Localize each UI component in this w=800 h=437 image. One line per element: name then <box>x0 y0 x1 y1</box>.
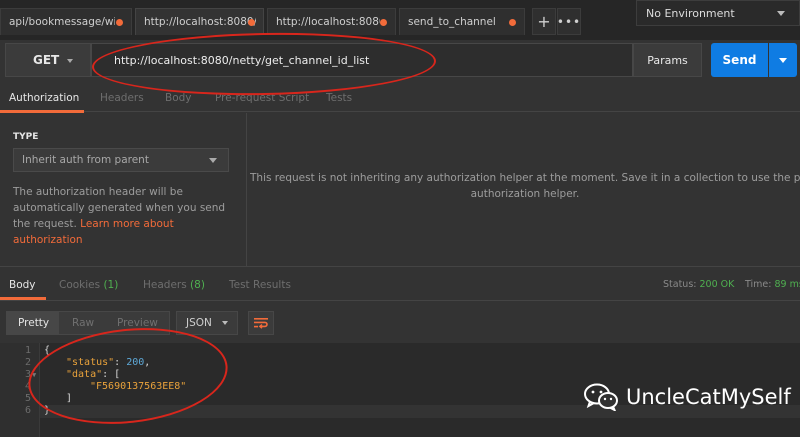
json-key: "data" <box>66 369 103 380</box>
unsaved-dot-icon <box>380 19 387 26</box>
tab-label: send_to_channel <box>408 16 496 28</box>
wrap-lines-button[interactable] <box>248 311 274 335</box>
chevron-down-icon <box>209 158 217 163</box>
cookies-count: (1) <box>103 279 119 291</box>
request-tab[interactable]: api/bookmessage/wisdom <box>0 8 132 35</box>
response-tab-test-results[interactable]: Test Results <box>229 279 291 291</box>
tab-pre-request-script[interactable]: Pre-request Script <box>215 92 309 104</box>
active-tab-indicator <box>0 297 46 300</box>
status-readout: Status: 200 OK <box>663 279 734 290</box>
send-button[interactable]: Send <box>711 43 768 77</box>
tab-body[interactable]: Body <box>165 92 192 104</box>
request-tab-active[interactable]: http://localhost:8080/n <box>135 8 264 35</box>
url-input[interactable]: http://localhost:8080/netty/get_channel_… <box>91 43 633 77</box>
tab-bar: api/bookmessage/wisdom http://localhost:… <box>0 0 800 40</box>
json-bracket: [ <box>114 369 121 380</box>
line-number: 4 <box>24 381 31 392</box>
environment-label: No Environment <box>646 6 735 20</box>
chevron-down-icon <box>779 57 787 63</box>
fold-toggle-icon[interactable]: ▼ <box>32 371 36 379</box>
unsaved-dot-icon <box>509 19 516 26</box>
json-number: 200 <box>126 357 145 368</box>
time-label: Time: <box>745 279 772 290</box>
wechat-icon <box>584 383 618 411</box>
response-tab-headers[interactable]: Headers (8) <box>143 279 205 291</box>
code-line: } <box>44 405 51 416</box>
tab-label: http://localhost:8080/n <box>144 16 256 28</box>
response-tab-cookies[interactable]: Cookies (1) <box>59 279 118 291</box>
line-number: 3 <box>24 369 31 380</box>
json-string: "F5690137563EE8" <box>90 381 187 392</box>
environment-select[interactable]: No Environment <box>636 0 800 26</box>
preview-button[interactable]: Preview <box>117 317 158 329</box>
auth-message: This request is not inheriting any autho… <box>250 170 800 202</box>
tab-label: api/bookmessage/wisdom <box>9 16 115 28</box>
raw-button[interactable]: Raw <box>72 317 94 329</box>
params-button[interactable]: Params <box>633 43 702 77</box>
auth-message-line: authorization helper. <box>470 188 580 200</box>
time-readout: Time: 89 ms <box>745 279 800 290</box>
tab-headers[interactable]: Headers <box>100 92 144 104</box>
pretty-button[interactable]: Pretty <box>18 317 49 329</box>
auth-type-value: Inherit auth from parent <box>22 154 149 166</box>
time-value: 89 ms <box>774 279 800 290</box>
response-tab-body[interactable]: Body <box>9 279 36 291</box>
method-select[interactable]: GET <box>5 43 91 77</box>
code-line: ] <box>66 393 73 404</box>
unsaved-dot-icon <box>248 19 255 26</box>
url-value: http://localhost:8080/netty/get_channel_… <box>114 53 370 67</box>
line-number: 1 <box>24 345 31 356</box>
status-label: Status: <box>663 279 697 290</box>
line-number: 6 <box>24 405 31 416</box>
chevron-down-icon <box>67 59 73 63</box>
request-tab[interactable]: send_to_channel <box>399 8 525 35</box>
watermark-text: UncleCatMySelf <box>626 385 791 409</box>
new-tab-button[interactable]: + <box>532 8 556 35</box>
chevron-down-icon <box>777 11 785 16</box>
request-tabs: Authorization Headers Body Pre-request S… <box>0 84 800 112</box>
format-select[interactable]: JSON <box>176 311 238 335</box>
line-number: 5 <box>24 393 31 404</box>
line-number: 2 <box>24 357 31 368</box>
watermark: UncleCatMySelf <box>584 383 791 411</box>
code-line: "status": 200, <box>66 357 151 368</box>
chevron-down-icon <box>222 321 228 325</box>
send-options-button[interactable] <box>769 43 797 77</box>
json-key: "status" <box>66 357 115 368</box>
auth-type-select[interactable]: Inherit auth from parent <box>13 148 229 172</box>
more-tabs-button[interactable]: ••• <box>557 8 581 35</box>
tab-authorization[interactable]: Authorization <box>9 92 79 104</box>
tab-tests[interactable]: Tests <box>326 92 352 104</box>
headers-count: (8) <box>190 279 205 291</box>
auth-type-label: TYPE <box>13 132 39 142</box>
unsaved-dot-icon <box>116 19 123 26</box>
method-label: GET <box>33 53 60 67</box>
status-value: 200 OK <box>699 279 735 290</box>
wrap-lines-icon <box>254 318 268 329</box>
tab-label: Headers <box>143 279 187 291</box>
request-tab[interactable]: http://localhost:8080/n <box>267 8 396 35</box>
auth-message-line: This request is not inheriting any autho… <box>250 172 800 184</box>
code-line: { <box>44 345 51 356</box>
auth-description: The authorization header will be automat… <box>13 184 239 248</box>
tab-label: http://localhost:8080/n <box>276 16 380 28</box>
view-mode-group: Pretty Raw Preview <box>6 311 170 335</box>
tab-label: Cookies <box>59 279 101 291</box>
format-value: JSON <box>186 317 212 329</box>
code-line: "data": [ <box>66 369 121 380</box>
code-line: "F5690137563EE8" <box>90 381 186 392</box>
